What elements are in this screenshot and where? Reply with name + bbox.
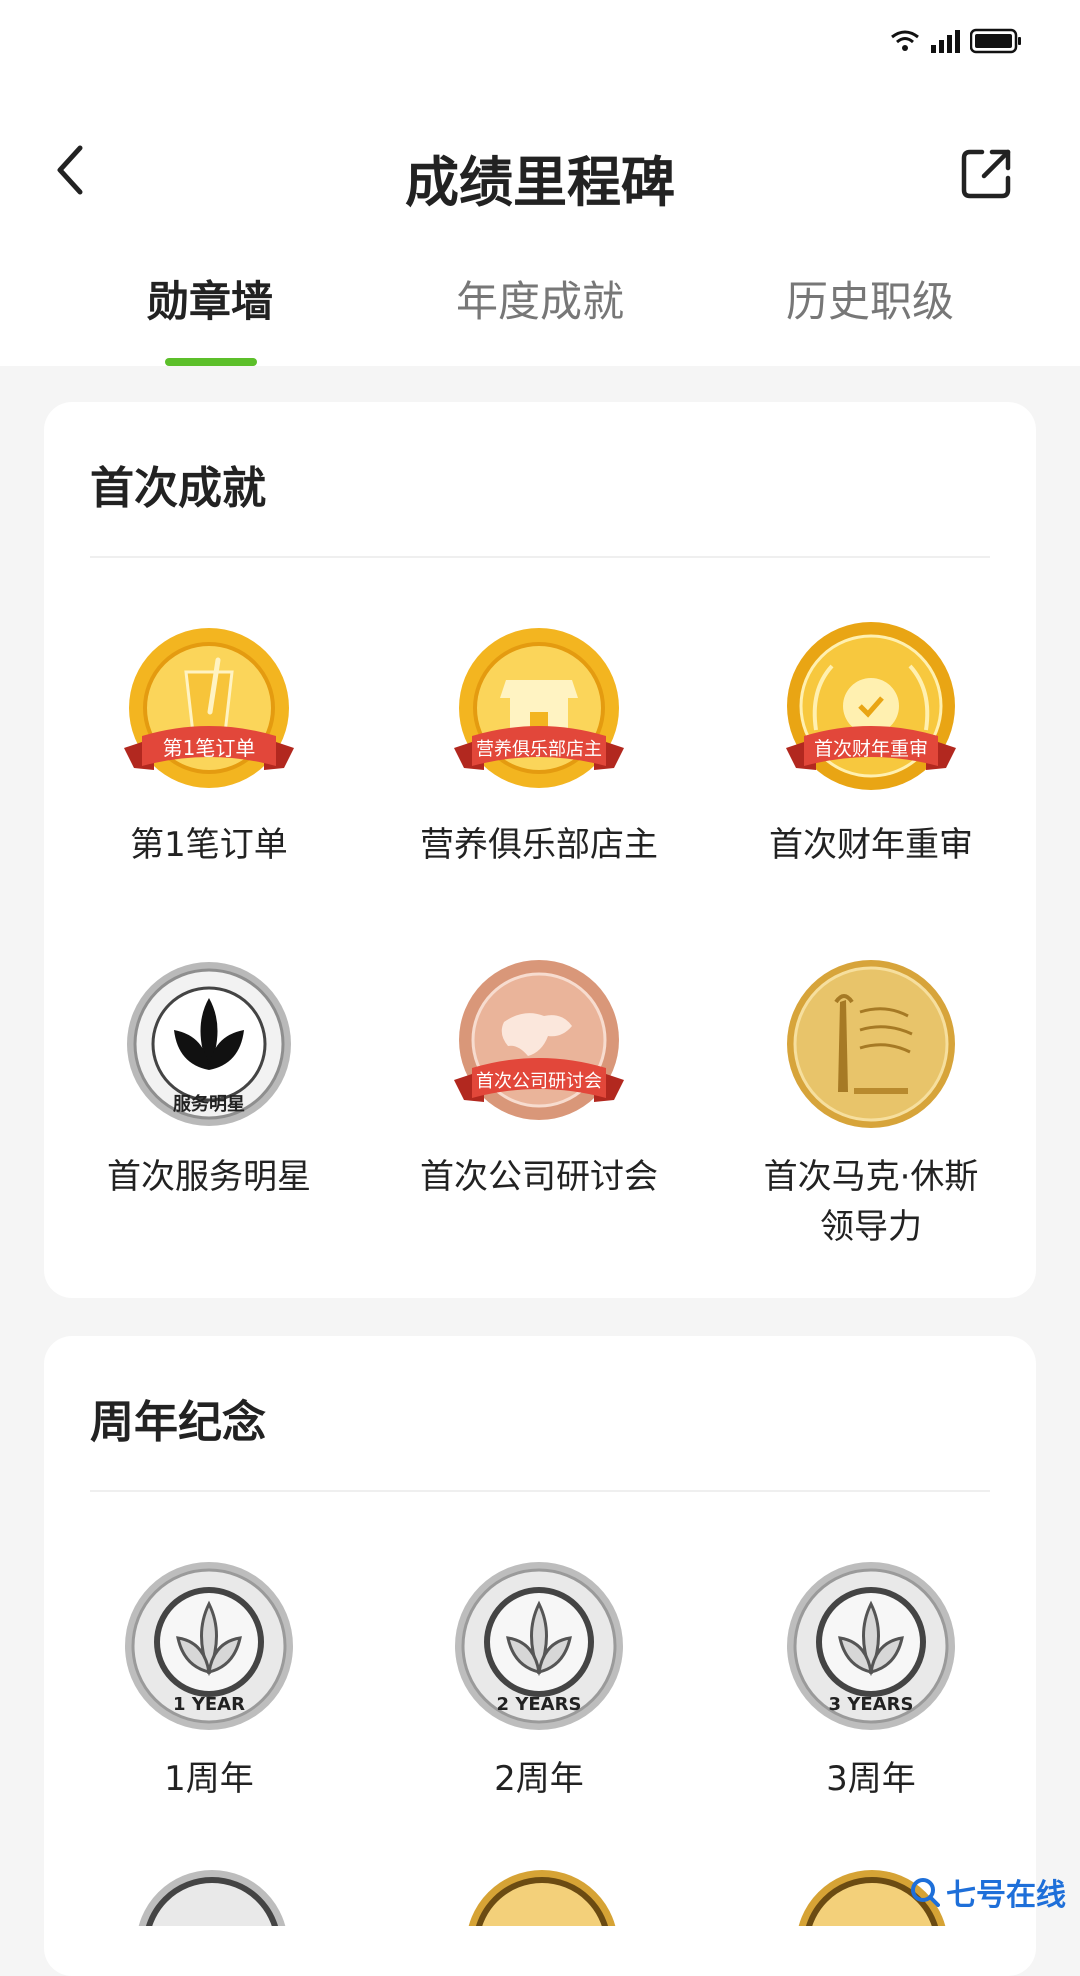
- divider: [90, 556, 990, 558]
- tab-history-rank[interactable]: 历史职级: [720, 268, 1020, 329]
- tab-annual-achievement[interactable]: 年度成就: [390, 268, 690, 329]
- svg-text:1 YEAR: 1 YEAR: [173, 1694, 245, 1715]
- header-area: 成绩里程碑 勋章墙 年度成就 历史职级: [0, 0, 1080, 366]
- badge-3-years[interactable]: 3 YEARS 3周年: [706, 1554, 1036, 1804]
- svg-text:首次财年重审: 首次财年重审: [814, 738, 928, 760]
- badge-label: 首次服务明星: [107, 1157, 311, 1197]
- share-icon: [961, 149, 1011, 199]
- svg-text:首次公司研讨会: 首次公司研讨会: [476, 1071, 602, 1092]
- badge-first-mark-hughes-leadership[interactable]: 首次马克·休斯 领导力: [706, 952, 1036, 1252]
- badge-first-service-star[interactable]: 服务明星 首次服务明星: [44, 952, 374, 1202]
- share-button[interactable]: [958, 146, 1014, 202]
- divider: [90, 1490, 990, 1492]
- gold-money-bag-medal-icon: 首次财年重审: [786, 622, 956, 790]
- silver-anniversary-medal-icon: [136, 1870, 288, 1976]
- search-logo-icon: [911, 1878, 940, 1907]
- tab-indicator: [165, 358, 257, 366]
- tab-medal-wall[interactable]: 勋章墙: [60, 268, 360, 329]
- status-bar: [890, 28, 1022, 54]
- svg-text:第1笔订单: 第1笔订单: [163, 736, 256, 760]
- svg-text:3 YEARS: 3 YEARS: [829, 1694, 914, 1715]
- watermark: 七号在线: [910, 1870, 1066, 1914]
- first-achievement-card: 首次成就 第1笔订单 第1笔订单 营养俱乐部店主 营养俱乐部店主 首次财年重审 …: [44, 402, 1036, 1298]
- gold-anniversary-medal-icon: [466, 1870, 618, 1976]
- badge-label: 3周年: [826, 1759, 916, 1799]
- badge-first-order[interactable]: 第1笔订单 第1笔订单: [44, 620, 374, 870]
- wifi-icon: [891, 30, 919, 51]
- badge-4-years-partial[interactable]: [132, 1866, 292, 1976]
- badge-label: 营养俱乐部店主: [420, 825, 658, 865]
- gold-shop-medal-icon: 营养俱乐部店主: [454, 628, 624, 788]
- badge-label: 首次财年重审: [769, 825, 973, 865]
- badge-label: 1周年: [164, 1759, 254, 1799]
- page-title: 成绩里程碑: [405, 151, 675, 214]
- svg-text:营养俱乐部店主: 营养俱乐部店主: [476, 739, 602, 760]
- badge-first-fiscal-review[interactable]: 首次财年重审 首次财年重审: [706, 620, 1036, 870]
- battery-icon: [970, 28, 1021, 54]
- section-title: 周年纪念: [90, 1397, 266, 1448]
- silver-anniversary-medal-icon: 1 YEAR: [125, 1562, 293, 1730]
- badge-first-company-seminar[interactable]: 首次公司研讨会 首次公司研讨会: [374, 952, 704, 1202]
- badge-label: 2周年: [494, 1759, 584, 1799]
- silver-anniversary-medal-icon: 3 YEARS: [787, 1562, 955, 1730]
- badge-label: 第1笔订单: [130, 825, 288, 865]
- svg-text:2 YEARS: 2 YEARS: [497, 1694, 582, 1715]
- badge-2-years[interactable]: 2 YEARS 2周年: [374, 1554, 704, 1804]
- section-title: 首次成就: [90, 463, 266, 514]
- badge-label-line2: 领导力: [820, 1207, 922, 1247]
- badge-nutrition-club-owner[interactable]: 营养俱乐部店主 营养俱乐部店主: [374, 620, 704, 870]
- gold-coin-medal-icon: [787, 960, 955, 1128]
- gold-cup-medal-icon: 第1笔订单: [124, 628, 294, 788]
- watermark-text: 七号在线: [946, 1878, 1066, 1913]
- silver-leaf-medal-icon: 服务明星: [127, 962, 291, 1126]
- signal-icon: [931, 30, 960, 53]
- badge-1-year[interactable]: 1 YEAR 1周年: [44, 1554, 374, 1804]
- badge-label-line1: 首次马克·休斯: [763, 1157, 979, 1197]
- badge-label: 首次公司研讨会: [420, 1157, 658, 1197]
- tab-bar: 勋章墙 年度成就 历史职级: [0, 268, 1080, 366]
- badge-5-years-partial[interactable]: [462, 1866, 622, 1976]
- badge-label: 首次马克·休斯 领导力: [706, 1152, 1036, 1252]
- anniversary-card: 周年纪念 1 YEAR 1周年 2 YEARS 2周年 3 YEARS 3周年: [44, 1336, 1036, 1976]
- silver-anniversary-medal-icon: 2 YEARS: [455, 1562, 623, 1730]
- svg-text:服务明星: 服务明星: [173, 1093, 245, 1115]
- bronze-globe-medal-icon: 首次公司研讨会: [454, 960, 624, 1120]
